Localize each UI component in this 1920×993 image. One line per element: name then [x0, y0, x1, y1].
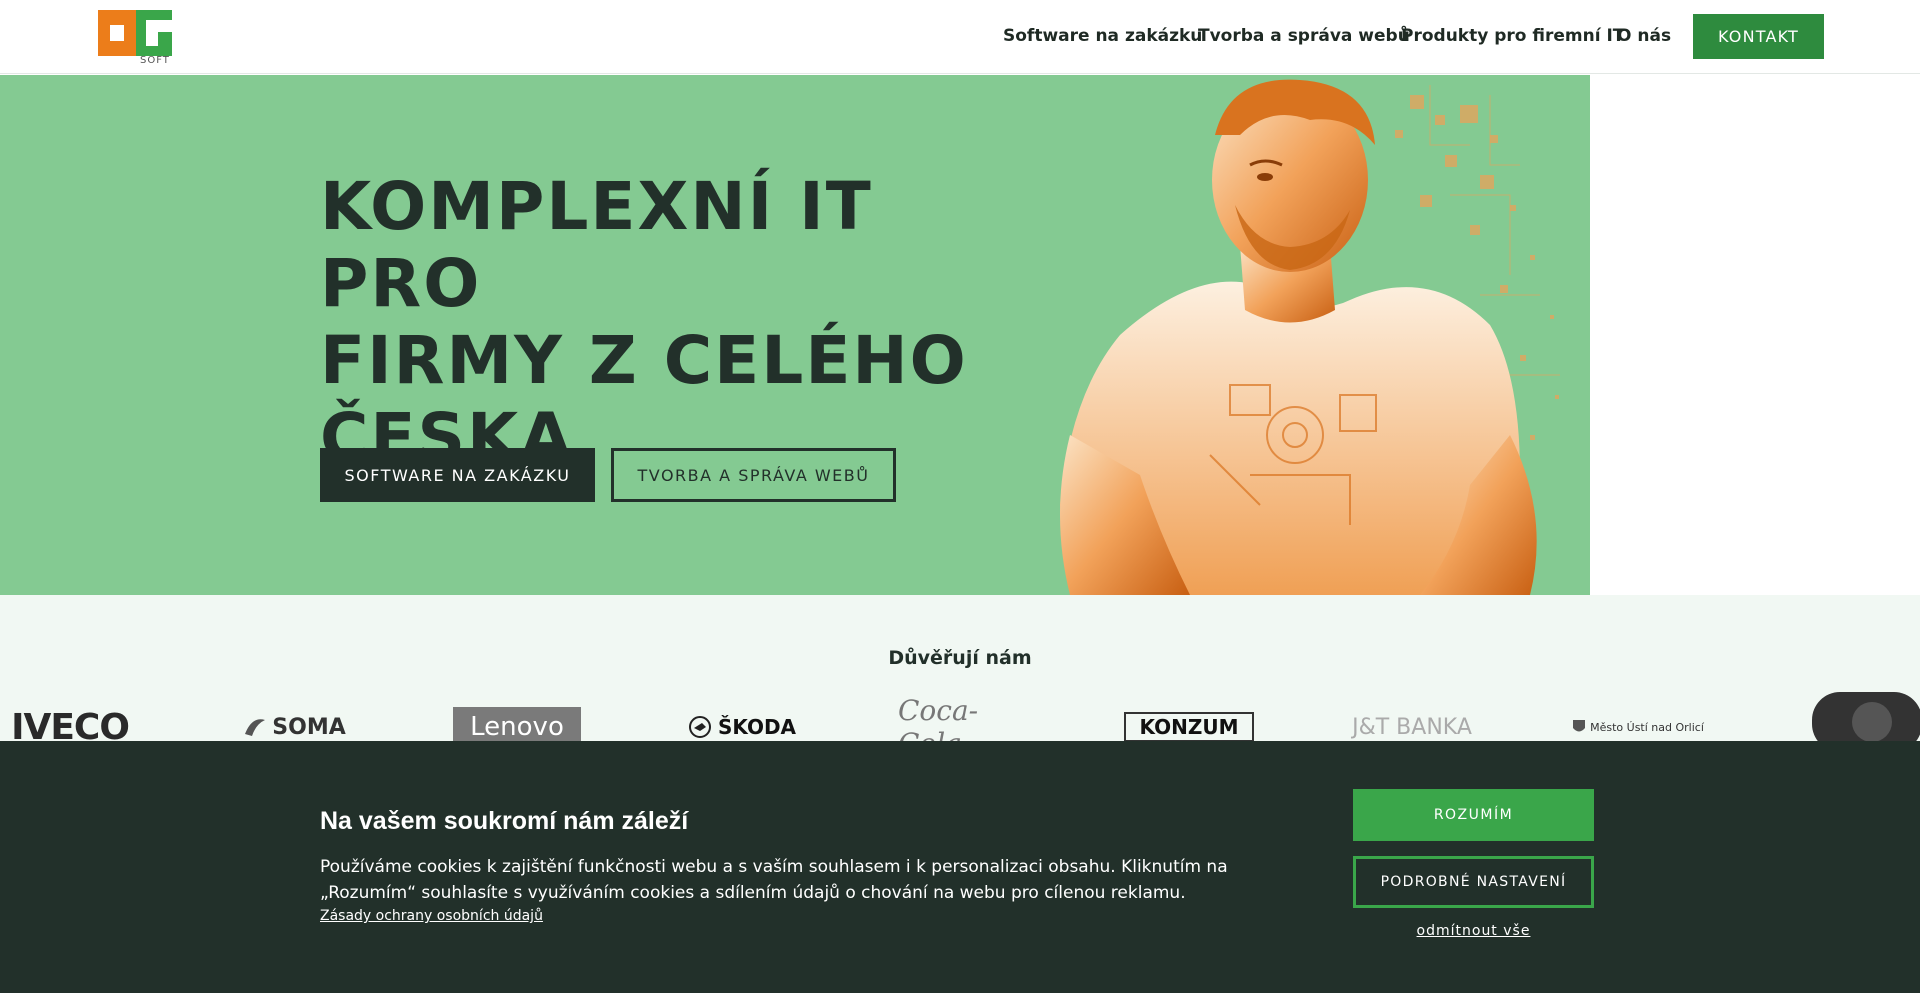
logo-soft-text: SOFT [140, 55, 170, 66]
reject-all-cookies-link[interactable]: odmítnout vše [1353, 923, 1594, 939]
nav-software-na-zakazku[interactable]: Software na zakázku [1003, 26, 1202, 46]
brand-mesto-usti-text: Město Ústí nad Orlicí [1590, 720, 1704, 734]
soma-swirl-icon [245, 719, 266, 736]
hero-illustration [1060, 79, 1560, 595]
privacy-policy-link[interactable]: Zásady ochrany osobních údajů [320, 908, 543, 924]
brand-jt-banka-text: J&T BANKA [1352, 714, 1472, 740]
brand-soma-text: SOMA [272, 714, 346, 740]
nav-produkty-pro-firemni-it[interactable]: Produkty pro firemní IT [1401, 26, 1624, 46]
brand-skoda-text: ŠKODA [717, 715, 797, 739]
cookie-settings-button[interactable]: PODROBNÉ NASTAVENÍ [1353, 856, 1594, 908]
logo-g-mark [136, 10, 172, 56]
nav-o-nas[interactable]: O nás [1617, 26, 1671, 46]
cookie-title: Na vašem soukromí nám záleží [320, 807, 689, 835]
site-header: SOFT Software na zakázku Tvorba a správa… [0, 0, 1920, 74]
accept-cookies-button[interactable]: ROZUMÍM [1353, 789, 1594, 841]
nav-tvorba-a-sprava-webu[interactable]: Tvorba a správa webů [1198, 26, 1410, 46]
hero-white-panel [1590, 75, 1920, 595]
city-crest-icon [1573, 720, 1586, 732]
brand-lenovo-text: Lenovo [470, 712, 564, 742]
hero-title-line-1: KOMPLEXNÍ IT PRO [320, 168, 873, 322]
trust-title: Důvěřují nám [888, 647, 1032, 669]
cookie-description: Používáme cookies k zajištění funkčnosti… [320, 857, 1228, 903]
hero-section: KOMPLEXNÍ IT PRO FIRMY Z CELÉHO ČESKA SO… [0, 75, 1920, 595]
contact-button[interactable]: KONTAKT [1693, 14, 1824, 59]
hero-title-line-2: FIRMY Z CELÉHO [320, 322, 968, 399]
software-na-zakazku-button[interactable]: SOFTWARE NA ZAKÁZKU [320, 448, 595, 502]
brand-konzum-text: KONZUM [1139, 715, 1239, 739]
hero-title: KOMPLEXNÍ IT PRO FIRMY Z CELÉHO ČESKA [320, 168, 1040, 476]
og-soft-logo[interactable]: SOFT [98, 10, 176, 66]
brand-logo-konzum: KONZUM [1124, 712, 1254, 742]
logo-o-mark [98, 10, 136, 56]
cookie-banner: Na vašem soukromí nám záleží Používáme c… [0, 741, 1920, 993]
skoda-arrow-icon [688, 716, 711, 738]
tvorba-a-sprava-webu-button[interactable]: TVORBA A SPRÁVA WEBŮ [611, 448, 896, 502]
